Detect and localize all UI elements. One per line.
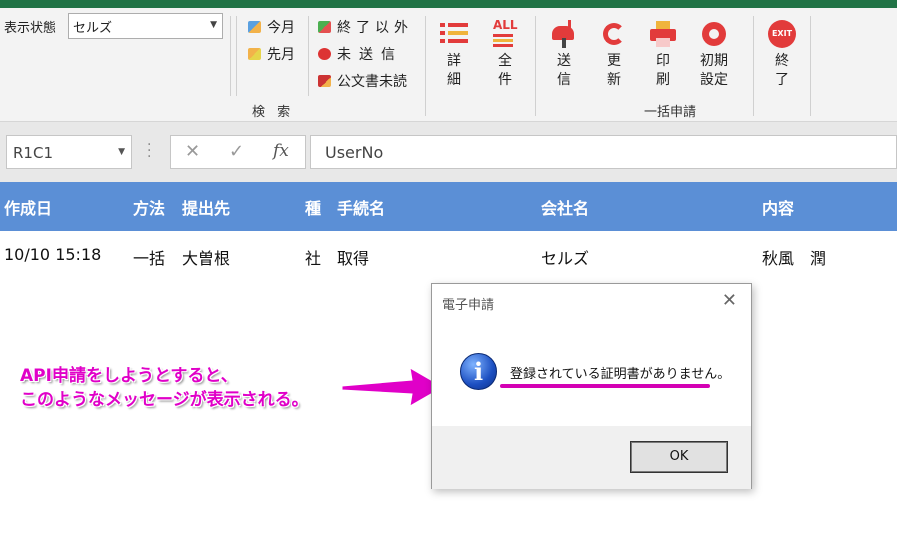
unsent-button[interactable]: 未送信	[318, 44, 403, 64]
divider	[308, 16, 309, 96]
dialog-message: 登録されている証明書がありません。	[510, 367, 731, 382]
search-group-label: 検 索	[252, 105, 295, 120]
bulk-application-group-label: 一括申請	[644, 105, 697, 120]
column-header-created[interactable]: 作成日	[4, 195, 52, 219]
annotation-arrow-icon	[341, 367, 445, 407]
divider	[753, 16, 754, 116]
column-header-destination[interactable]: 提出先	[182, 195, 230, 219]
not-finished-button[interactable]: 終了以外	[318, 17, 413, 37]
formula-bar: R1C1 ▼ · · · ✕ ✓ fx UserNo	[0, 122, 897, 182]
cancel-icon[interactable]: ✕	[185, 141, 200, 162]
calendar-icon	[248, 21, 261, 33]
formula-input[interactable]: UserNo	[310, 135, 897, 169]
divider	[230, 16, 231, 96]
cell-content: 秋風 潤	[762, 249, 827, 268]
column-header-type[interactable]: 種	[305, 195, 321, 219]
refresh-icon	[600, 20, 628, 48]
annotation-underline	[500, 384, 710, 388]
divider	[236, 16, 237, 96]
grid-header: 作成日 方法 提出先 種 手続名 会社名 内容	[0, 182, 897, 231]
cell-method: 一括	[133, 249, 166, 268]
exit-button[interactable]: EXIT 終了	[762, 20, 802, 90]
divider	[810, 16, 811, 116]
chevron-down-icon: ▼	[118, 147, 125, 157]
column-header-company[interactable]: 会社名	[541, 195, 589, 219]
all-items-button[interactable]: ALL 全件	[485, 18, 525, 90]
list-icon	[440, 20, 468, 48]
ribbon: 表示状態 セルズ ▼ 今月 先月 終了以外 未送信 公文書未読 検 索 詳細 A…	[0, 8, 897, 122]
this-month-button[interactable]: 今月	[248, 17, 295, 37]
alert-icon	[318, 48, 331, 60]
send-button[interactable]: 送信	[544, 20, 584, 90]
dialog-title: 電子申請	[442, 298, 495, 313]
app-title-bar	[0, 0, 897, 8]
annotation-text: API申請をしようとすると、 このようなメッセージが表示される。	[20, 366, 309, 410]
cell-procedure: 取得	[337, 249, 370, 268]
column-header-content[interactable]: 内容	[762, 195, 794, 219]
message-dialog: 電子申請 ✕ i 登録されている証明書がありません。 OK	[431, 283, 752, 489]
unread-documents-button[interactable]: 公文書未読	[318, 71, 407, 91]
cell-type: 社	[305, 249, 322, 268]
print-button[interactable]: 印刷	[643, 20, 683, 90]
status-select-value: セルズ	[73, 21, 113, 36]
status-label: 表示状態	[4, 21, 57, 36]
formula-buttons: ✕ ✓ fx	[170, 135, 306, 169]
cell-destination: 大曽根	[182, 249, 231, 268]
close-icon[interactable]: ✕	[722, 290, 737, 311]
calendar-icon	[248, 48, 261, 60]
document-icon	[318, 75, 331, 87]
all-icon: ALL	[491, 18, 519, 48]
cell-company: セルズ	[541, 249, 590, 268]
column-header-method[interactable]: 方法	[133, 195, 165, 219]
chevron-down-icon: ▼	[210, 20, 217, 30]
name-box[interactable]: R1C1 ▼	[6, 135, 132, 169]
status-select[interactable]: セルズ ▼	[68, 13, 223, 39]
drag-handle-icon[interactable]: · · ·	[147, 138, 151, 164]
exit-icon: EXIT	[768, 20, 796, 48]
last-month-button[interactable]: 先月	[248, 44, 295, 64]
divider	[425, 16, 426, 116]
update-button[interactable]: 更新	[594, 20, 634, 90]
mailbox-icon	[550, 20, 578, 48]
function-icon[interactable]: fx	[273, 141, 289, 161]
initial-settings-button[interactable]: 初期設定	[694, 20, 734, 90]
gear-icon	[700, 20, 728, 48]
check-icon[interactable]: ✓	[229, 141, 244, 162]
info-icon: i	[460, 353, 497, 390]
divider	[535, 16, 536, 116]
column-header-procedure[interactable]: 手続名	[337, 195, 385, 219]
printer-icon	[649, 20, 677, 48]
detail-button[interactable]: 詳細	[434, 20, 474, 90]
cell-created: 10/10 15:18	[4, 245, 102, 264]
ok-button[interactable]: OK	[630, 441, 728, 473]
filter-icon	[318, 21, 331, 33]
